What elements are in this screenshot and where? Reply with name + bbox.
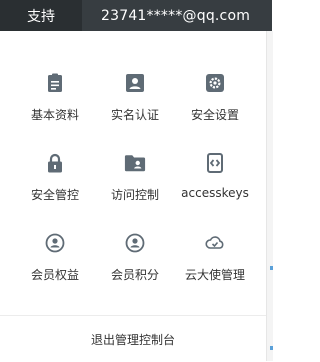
menu-item-label: 基本资料 (30, 108, 79, 122)
key-code-icon (204, 152, 226, 174)
menu-item-label: 会员积分 (110, 268, 159, 282)
account-dropdown-panel: 基本资料 实名认证 安全设置 安全管控 访问控制 accesskeys 会员权益… (0, 39, 266, 361)
menu-item-label: 访问控制 (110, 188, 159, 202)
top-navigation-bar: 支持 23741*****@qq.com (0, 0, 272, 31)
id-card-icon (124, 72, 146, 94)
account-email-label: 23741*****@qq.com (101, 7, 251, 24)
clipboard-icon (44, 72, 66, 94)
support-label: 支持 (27, 8, 55, 25)
folder-user-icon (124, 152, 146, 174)
cloud-ambassador-icon (204, 232, 226, 254)
menu-item-member-benefits[interactable]: 会员权益 (15, 232, 95, 292)
menu-item-accesskeys[interactable]: accesskeys (175, 152, 255, 212)
member-points-icon (124, 232, 146, 254)
background-link-marker (270, 266, 273, 270)
logout-label: 退出管理控制台 (90, 332, 175, 347)
background-page-edge (266, 31, 273, 361)
menu-item-label: 安全设置 (190, 108, 239, 122)
lock-icon (44, 152, 66, 174)
gear-icon (204, 72, 226, 94)
menu-item-label: 云大使管理 (184, 268, 245, 282)
menu-item-label: 安全管控 (30, 188, 79, 202)
menu-item-cloud-ambassador[interactable]: 云大使管理 (175, 232, 255, 292)
menu-item-security-settings[interactable]: 安全设置 (175, 72, 255, 132)
menu-item-label: 实名认证 (110, 108, 159, 122)
menu-item-member-points[interactable]: 会员积分 (95, 232, 175, 292)
menu-item-real-name[interactable]: 实名认证 (95, 72, 175, 132)
member-icon (44, 232, 66, 254)
menu-item-label: 会员权益 (30, 268, 79, 282)
menu-item-label: accesskeys (181, 186, 249, 200)
menu-item-security-control[interactable]: 安全管控 (15, 152, 95, 212)
logout-button[interactable]: 退出管理控制台 (0, 315, 266, 362)
menu-item-access-control[interactable]: 访问控制 (95, 152, 175, 212)
menu-item-basic-info[interactable]: 基本资料 (15, 72, 95, 132)
support-menu-button[interactable]: 支持 (0, 0, 82, 31)
account-email-button[interactable]: 23741*****@qq.com (101, 0, 250, 31)
background-link-marker (270, 346, 273, 350)
